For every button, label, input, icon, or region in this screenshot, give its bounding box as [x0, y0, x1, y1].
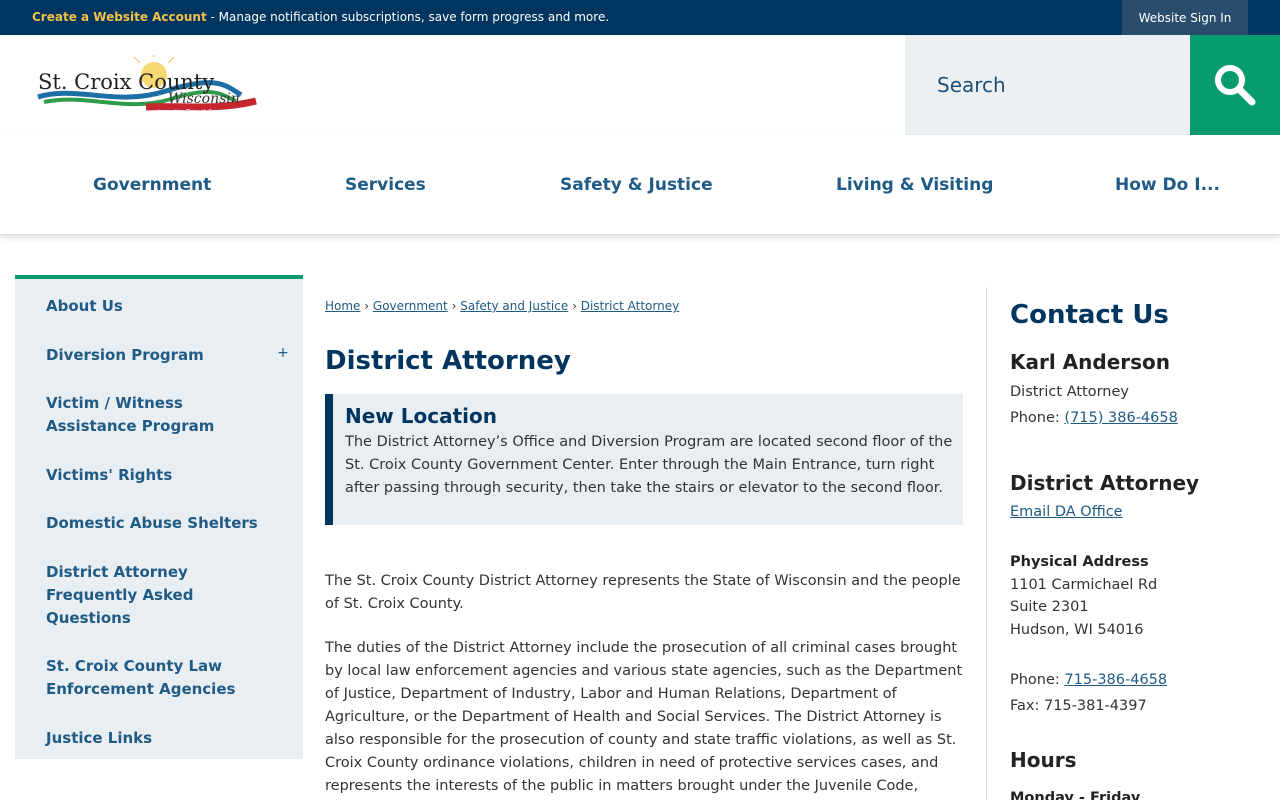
- sidebar-nav: About Us Diversion Program + Victim / Wi…: [15, 275, 303, 759]
- sidebar-item-victim-witness[interactable]: Victim / Witness Assistance Program: [46, 392, 276, 438]
- search-input[interactable]: [905, 35, 1190, 135]
- contact-phone-link[interactable]: (715) 386-4658: [1064, 410, 1177, 426]
- nav-safety-justice[interactable]: Safety & Justice: [560, 175, 713, 195]
- sidebar-item-domestic-abuse-shelters[interactable]: Domestic Abuse Shelters: [46, 512, 276, 535]
- address-line-3: Hudson, WI 54016: [1010, 622, 1144, 638]
- nav-services[interactable]: Services: [345, 175, 426, 195]
- contact-us-heading: Contact Us: [1010, 300, 1169, 330]
- county-logo[interactable]: St. Croix County Wisconsin Innovation Th…: [36, 49, 258, 121]
- expand-icon[interactable]: +: [276, 346, 290, 360]
- sidebar-item-about-us[interactable]: About Us: [46, 295, 276, 318]
- create-account-description: - Manage notification subscriptions, sav…: [206, 10, 610, 24]
- hours-heading: Hours: [1010, 748, 1077, 772]
- phone-label: Phone:: [1010, 672, 1065, 688]
- column-divider: [986, 287, 987, 800]
- breadcrumb: Home › Government › Safety and Justice ›…: [325, 299, 679, 313]
- logo-graphic: St. Croix County Wisconsin Innovation Th…: [37, 49, 257, 115]
- address-line-2: Suite 2301: [1010, 599, 1089, 615]
- search-container: [905, 35, 1190, 135]
- callout-title: New Location: [345, 404, 497, 428]
- intro-paragraph: The St. Croix County District Attorney r…: [325, 573, 961, 612]
- nav-living-visiting[interactable]: Living & Visiting: [836, 175, 993, 195]
- page-title: District Attorney: [325, 346, 571, 376]
- breadcrumb-separator: ›: [364, 299, 370, 313]
- office-fax: Fax: 715-381-4397: [1010, 698, 1147, 714]
- sidebar-item-law-enforcement[interactable]: St. Croix County Law Enforcement Agencie…: [46, 655, 246, 701]
- breadcrumb-government[interactable]: Government: [373, 299, 448, 313]
- logo-state: Wisconsin: [168, 91, 240, 107]
- breadcrumb-separator: ›: [572, 299, 577, 313]
- address-label: Physical Address: [1010, 554, 1149, 570]
- create-account-banner: Create a Website Account - Manage notifi…: [32, 10, 609, 24]
- sidebar-item-justice-links[interactable]: Justice Links: [46, 727, 276, 750]
- breadcrumb-district-attorney[interactable]: District Attorney: [581, 299, 679, 313]
- sidebar-item-victims-rights[interactable]: Victims' Rights: [46, 464, 276, 487]
- create-account-link[interactable]: Create a Website Account: [32, 10, 207, 24]
- office-phone-link[interactable]: 715-386-4658: [1064, 672, 1167, 688]
- top-bar: Create a Website Account - Manage notifi…: [0, 0, 1280, 35]
- callout-body: The District Attorney’s Office and Diver…: [345, 434, 953, 496]
- hours-days: Monday - Friday: [1010, 790, 1141, 800]
- new-location-callout: New Location The District Attorney’s Off…: [325, 394, 963, 525]
- main-navigation: Government Services Safety & Justice Liv…: [0, 135, 1280, 235]
- address-line-1: 1101 Carmichael Rd: [1010, 577, 1158, 593]
- contact-role: District Attorney: [1010, 384, 1129, 400]
- office-phone-row: Phone: 715-386-4658: [1010, 672, 1167, 688]
- duties-paragraph: The duties of the District Attorney incl…: [325, 640, 963, 794]
- search-button[interactable]: [1190, 35, 1280, 135]
- sidebar-item-diversion-program[interactable]: Diversion Program: [46, 344, 276, 367]
- sign-in-button[interactable]: Website Sign In: [1122, 0, 1248, 35]
- sidebar-item-da-faq[interactable]: District Attorney Frequently Asked Quest…: [46, 561, 226, 630]
- breadcrumb-separator: ›: [451, 299, 457, 313]
- contact-name: Karl Anderson: [1010, 350, 1171, 374]
- nav-government[interactable]: Government: [93, 175, 211, 195]
- phone-label: Phone:: [1010, 410, 1065, 426]
- contact-phone-row: Phone: (715) 386-4658: [1010, 410, 1178, 426]
- nav-how-do-i[interactable]: How Do I...: [1115, 175, 1220, 195]
- logo-tagline: Innovation Through Cooperation: [158, 109, 239, 115]
- office-heading: District Attorney: [1010, 471, 1200, 495]
- search-icon: [1215, 65, 1256, 106]
- breadcrumb-home[interactable]: Home: [325, 299, 360, 313]
- email-da-link[interactable]: Email DA Office: [1010, 504, 1123, 520]
- breadcrumb-safety-justice[interactable]: Safety and Justice: [460, 299, 568, 313]
